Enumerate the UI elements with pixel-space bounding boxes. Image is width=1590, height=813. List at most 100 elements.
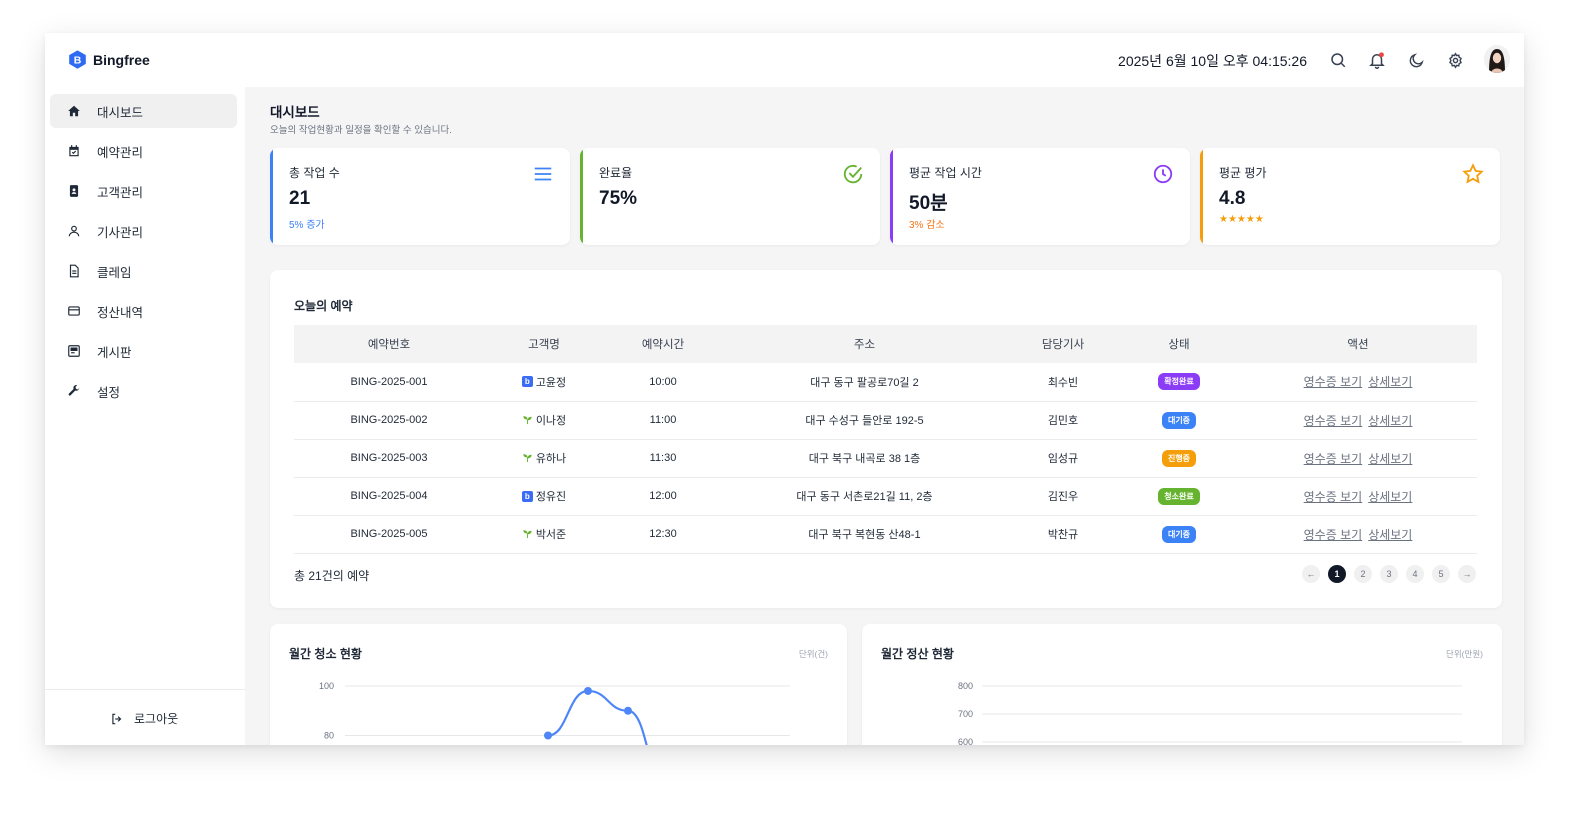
table-header-row: 예약번호 고객명 예약시간 주소 담당기사 상태 액션 bbox=[294, 325, 1477, 363]
col-header: 고객명 bbox=[528, 339, 560, 351]
reservation-id: BING-2025-004 bbox=[350, 490, 428, 502]
sidebar-item-technicians[interactable]: 기사관리 bbox=[50, 214, 237, 248]
sidebar-item-claims[interactable]: 클레임 bbox=[50, 254, 237, 288]
stat-label: 평균 평가 bbox=[1219, 166, 1267, 180]
customer-name: 이나정 bbox=[535, 414, 567, 427]
col-header: 액션 bbox=[1347, 339, 1369, 351]
receipt-link[interactable]: 영수증 보기 bbox=[1304, 490, 1363, 504]
sidebar-item-settings[interactable]: 설정 bbox=[50, 374, 237, 408]
stat-value: 75% bbox=[599, 188, 638, 209]
detail-link[interactable]: 상세보기 bbox=[1368, 452, 1412, 466]
sidebar-item-settlements[interactable]: 정산내역 bbox=[50, 294, 237, 328]
logout-label: 로그아웃 bbox=[134, 712, 179, 726]
bell-icon[interactable] bbox=[1367, 50, 1387, 70]
reservation-id: BING-2025-001 bbox=[350, 375, 428, 388]
next-page-button[interactable]: → bbox=[1458, 565, 1476, 583]
status-badge: 확정완료 bbox=[1158, 373, 1200, 391]
prev-page-button[interactable]: ← bbox=[1302, 565, 1320, 583]
detail-link[interactable]: 상세보기 bbox=[1368, 414, 1412, 428]
page-title: 대시보드 bbox=[270, 105, 320, 120]
reservation-address: 대구 동구 팔공로70길 2 bbox=[810, 376, 919, 389]
bingfree-logo-icon: B bbox=[69, 50, 86, 69]
status-badge: 대기중 bbox=[1161, 411, 1197, 429]
top-header: B Bingfree 2025년 6월 10일 오후 04:15:26 bbox=[45, 33, 1524, 87]
reservation-time: 12:00 bbox=[649, 490, 677, 502]
calendar-icon bbox=[67, 144, 81, 158]
page-button-2[interactable]: 2 bbox=[1354, 565, 1372, 583]
list-icon bbox=[534, 167, 552, 181]
reservation-id: BING-2025-002 bbox=[350, 414, 428, 426]
detail-link[interactable]: 상세보기 bbox=[1368, 528, 1412, 542]
document-icon bbox=[67, 264, 81, 278]
sidebar-item-customers[interactable]: 고객관리 bbox=[50, 174, 237, 208]
cleaning-line-chart: 100 80 bbox=[319, 681, 790, 745]
status-badge: 진행중 bbox=[1161, 449, 1197, 467]
detail-link[interactable]: 상세보기 bbox=[1368, 490, 1412, 504]
table-row: BING-2025-005 박서준 12:30 대구 북구 복현동 산48-1 … bbox=[294, 515, 1477, 553]
reservation-id: BING-2025-005 bbox=[350, 528, 428, 540]
col-header: 예약번호 bbox=[367, 339, 411, 351]
logout-button[interactable]: 로그아웃 bbox=[110, 710, 178, 727]
series-group bbox=[544, 686, 648, 745]
stat-label: 평균 작업 시간 bbox=[909, 166, 982, 180]
y-tick-label: 100 bbox=[319, 681, 334, 691]
customer-name: 정유진 bbox=[535, 491, 567, 503]
moon-icon[interactable] bbox=[1406, 50, 1426, 70]
reservations-card: 오늘의 예약 예약번호 고객명 예약시간 주소 담당기사 상태 액션 BING-… bbox=[270, 270, 1502, 608]
b-member-icon: b bbox=[521, 376, 533, 388]
stat-accent-bar bbox=[580, 148, 583, 245]
stat-accent-bar bbox=[890, 148, 893, 245]
page-button-3[interactable]: 3 bbox=[1380, 565, 1398, 583]
sidebar-item-label: 고객관리 bbox=[97, 185, 144, 200]
gear-icon[interactable] bbox=[1445, 50, 1465, 70]
table-row: BING-2025-002 이나정 11:00 대구 수성구 들안로 192-5… bbox=[294, 401, 1477, 439]
svg-text:B: B bbox=[74, 54, 82, 66]
receipt-link[interactable]: 영수증 보기 bbox=[1304, 452, 1363, 466]
page-button-5[interactable]: 5 bbox=[1432, 565, 1450, 583]
user-avatar[interactable] bbox=[1484, 45, 1510, 73]
logout-icon bbox=[112, 713, 122, 724]
brand-logo[interactable]: B Bingfree bbox=[67, 49, 150, 70]
sidebar-item-label: 예약관리 bbox=[97, 145, 144, 160]
sidebar: 대시보드 예약관리 고객관리 기사관리 클레임 정산내역 게시판 설정 로그아웃 bbox=[45, 87, 245, 745]
data-point bbox=[584, 686, 592, 695]
col-header: 예약시간 bbox=[641, 339, 685, 351]
status-badge: 대기중 bbox=[1161, 525, 1197, 543]
receipt-link[interactable]: 영수증 보기 bbox=[1304, 528, 1363, 542]
b-member-icon: b bbox=[521, 490, 533, 502]
sidebar-item-reservations[interactable]: 예약관리 bbox=[50, 134, 237, 168]
technician-name: 임성규 bbox=[1047, 453, 1079, 465]
monthly-settlement-chart-card: 월간 정산 현황 단위(만원) 800 700 600 bbox=[862, 624, 1502, 745]
sprout-icon bbox=[523, 454, 532, 463]
receipt-link[interactable]: 영수증 보기 bbox=[1304, 414, 1363, 428]
sidebar-item-label: 게시판 bbox=[97, 345, 132, 360]
receipt-link[interactable]: 영수증 보기 bbox=[1304, 375, 1363, 389]
reservations-title: 오늘의 예약 bbox=[294, 299, 353, 313]
page-button-1[interactable]: 1 bbox=[1328, 565, 1346, 583]
sidebar-item-board[interactable]: 게시판 bbox=[50, 334, 237, 368]
sprout-icon bbox=[523, 530, 532, 539]
stat-card-completion-rate: 완료율 75% bbox=[580, 148, 880, 245]
stat-card-total-jobs: 총 작업 수 21 5% 증가 bbox=[270, 148, 570, 245]
reservations-table: 예약번호 고객명 예약시간 주소 담당기사 상태 액션 BING-2025-00… bbox=[294, 325, 1477, 554]
col-header: 상태 bbox=[1168, 339, 1190, 351]
sidebar-item-dashboard[interactable]: 대시보드 bbox=[50, 94, 237, 128]
search-icon[interactable] bbox=[1328, 50, 1348, 70]
reservation-address: 대구 북구 내곡로 38 1층 bbox=[808, 453, 921, 465]
detail-link[interactable]: 상세보기 bbox=[1368, 375, 1412, 389]
reservations-total: 총 21건의 예약 bbox=[294, 569, 370, 583]
y-tick-label: 700 bbox=[958, 709, 973, 719]
stat-accent-bar bbox=[1200, 148, 1203, 245]
sidebar-item-label: 정산내역 bbox=[97, 305, 144, 320]
stat-note: 5% 증가 bbox=[289, 220, 325, 231]
technician-name: 박찬규 bbox=[1047, 529, 1079, 541]
customer-name: 박서준 bbox=[535, 528, 567, 541]
clock-icon bbox=[1153, 164, 1173, 184]
wrench-icon bbox=[67, 384, 81, 398]
sidebar-item-label: 대시보드 bbox=[97, 105, 144, 120]
y-tick-label: 800 bbox=[958, 681, 973, 691]
sidebar-item-label: 클레임 bbox=[97, 265, 132, 280]
page-button-4[interactable]: 4 bbox=[1406, 565, 1424, 583]
reservation-address: 대구 동구 서촌로21길 11, 2층 bbox=[796, 491, 933, 503]
stat-value: 50분 bbox=[909, 193, 948, 214]
